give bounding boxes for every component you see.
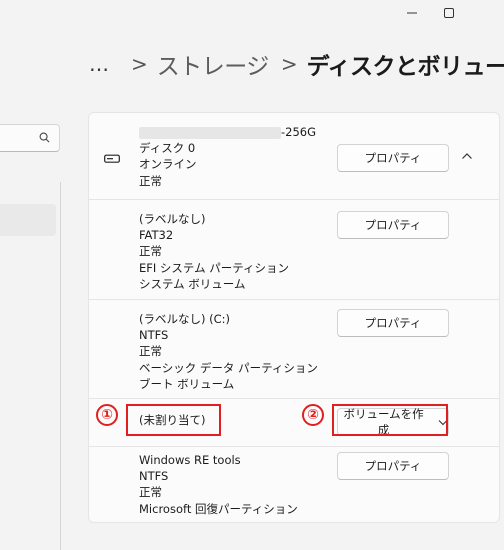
window-controls — [393, 0, 467, 26]
volume-filesystem: NTFS — [139, 469, 169, 484]
volume-info: (ラベルなし) (C:) NTFS 正常 ベーシック データ パーティション ブ… — [139, 311, 318, 392]
page-title: ディスクとボリューム — [306, 54, 504, 80]
volume-info: Windows RE tools NTFS 正常 Microsoft 回復パーテ… — [139, 452, 298, 517]
volume-info: (ラベルなし) FAT32 正常 EFI システム パーティション システム ボ… — [139, 211, 289, 292]
disk-number: ディスク 0 — [139, 141, 196, 156]
disk-status: オンライン — [139, 157, 197, 172]
annotation-badge-2: ② — [302, 404, 324, 426]
volume-row-c[interactable]: (ラベルなし) (C:) NTFS 正常 ベーシック データ パーティション ブ… — [89, 300, 499, 398]
volume-partition-type: EFI システム パーティション — [139, 260, 290, 275]
minimize-button[interactable] — [393, 0, 430, 26]
volume-label: Windows RE tools — [139, 453, 241, 467]
disk-name: -256G — [139, 124, 316, 140]
search-input[interactable] — [0, 124, 60, 152]
maximize-button[interactable] — [430, 0, 467, 26]
volume-partition-type: Microsoft 回復パーティション — [139, 501, 298, 516]
volume-label: (ラベルなし) — [139, 212, 206, 226]
volume-label: (ラベルなし) (C:) — [139, 312, 231, 326]
disk-info: -256G ディスク 0 オンライン 正常 — [139, 124, 316, 189]
search-icon — [39, 132, 50, 143]
volume-partition-type: ベーシック データ パーティション — [139, 360, 318, 375]
volume-filesystem: FAT32 — [139, 228, 174, 243]
volume-health: 正常 — [139, 485, 162, 500]
disk-header-row[interactable]: -256G ディスク 0 オンライン 正常 プロパティ — [89, 113, 499, 199]
breadcrumb-separator: > — [131, 52, 148, 76]
volume-properties-button[interactable]: プロパティ — [337, 309, 449, 337]
annotation-badge-1: ① — [96, 404, 118, 426]
volume-role: システム ボリューム — [139, 276, 246, 291]
volume-row-recovery[interactable]: Windows RE tools NTFS 正常 Microsoft 回復パーテ… — [89, 447, 499, 523]
disk-health: 正常 — [139, 173, 162, 188]
volume-properties-button[interactable]: プロパティ — [337, 211, 449, 239]
disk-properties-button[interactable]: プロパティ — [337, 144, 449, 172]
breadcrumb-separator: > — [280, 52, 298, 76]
volume-properties-button[interactable]: プロパティ — [337, 452, 449, 480]
annotation-box-create-volume — [332, 404, 448, 436]
disk-card: -256G ディスク 0 オンライン 正常 プロパティ (ラベルなし) FAT3… — [88, 112, 500, 523]
volume-filesystem: NTFS — [139, 328, 169, 343]
redacted-model — [139, 126, 281, 139]
volume-health: 正常 — [139, 244, 162, 259]
volume-row-efi[interactable]: (ラベルなし) FAT32 正常 EFI システム パーティション システム ボ… — [89, 200, 499, 298]
chevron-up-icon[interactable] — [461, 152, 473, 160]
annotation-box-unallocated — [126, 404, 221, 436]
minimize-icon — [406, 12, 417, 14]
sidebar-divider — [60, 182, 61, 550]
breadcrumb-storage-link[interactable]: ストレージ — [157, 47, 270, 81]
maximize-icon — [443, 8, 454, 18]
volume-health: 正常 — [139, 344, 162, 359]
sidebar-item-selected[interactable] — [0, 204, 56, 236]
disk-drive-icon — [104, 154, 120, 163]
volume-role: ブート ボリューム — [139, 376, 235, 391]
breadcrumb-more-button[interactable]: … — [89, 52, 119, 76]
breadcrumb: … > ストレージ > ディスクとボリューム — [89, 46, 504, 82]
